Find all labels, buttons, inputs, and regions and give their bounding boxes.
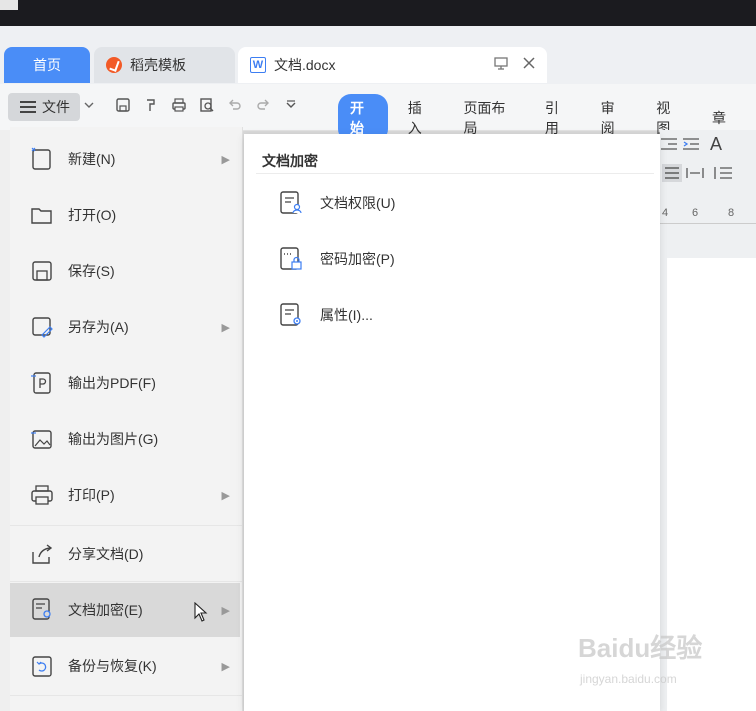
menu-item-label: 打印(P) xyxy=(68,487,115,503)
submenu-title: 文档加密 xyxy=(262,153,318,169)
file-menu-panel: 新建(N) ▶ 打开(O) 保存(S) 另存为(A) ▶ 输出为PDF(F) 输… xyxy=(10,127,243,711)
app-corner xyxy=(0,0,18,10)
menu-item-save-as[interactable]: 另存为(A) ▶ xyxy=(10,301,240,353)
font-size-up-icon[interactable]: A xyxy=(710,134,722,155)
mouse-cursor-icon xyxy=(194,601,208,627)
menu-divider xyxy=(10,581,242,582)
chevron-down-icon[interactable] xyxy=(83,99,95,114)
screen-icon[interactable] xyxy=(493,55,509,75)
menu-item-print[interactable]: 打印(P) ▶ xyxy=(10,469,240,521)
watermark-brand: Baidu经验 xyxy=(578,633,703,663)
submenu-divider xyxy=(256,173,654,174)
share-icon xyxy=(30,542,54,566)
chevron-right-icon: ▶ xyxy=(221,660,230,673)
menu-item-label: 另存为(A) xyxy=(68,319,129,335)
ribbon-tab-insert[interactable]: 插入 xyxy=(408,98,434,138)
menu-divider xyxy=(10,695,242,696)
menu-item-label: 打开(O) xyxy=(68,207,117,223)
menu-divider xyxy=(10,525,242,526)
save-icon xyxy=(30,259,54,283)
submenu-item-label: 属性(I)... xyxy=(320,307,373,323)
menu-item-label: 输出为图片(G) xyxy=(68,431,159,447)
submenu-item-label: 文档权限(U) xyxy=(320,195,396,211)
ruler-mark: 6 xyxy=(692,207,699,219)
menu-item-export-image[interactable]: 输出为图片(G) xyxy=(10,413,240,465)
line-spacing-icon[interactable] xyxy=(712,165,734,185)
quick-save-icon[interactable] xyxy=(114,97,132,117)
ruler-mark: 4 xyxy=(662,207,669,219)
file-menu-label: 文件 xyxy=(42,99,70,115)
encrypt-icon xyxy=(30,597,54,621)
print-preview-icon[interactable] xyxy=(198,97,216,117)
ribbon-tab-chapter[interactable]: 章 xyxy=(712,108,726,128)
doc-permission-icon xyxy=(278,190,304,216)
menu-item-open[interactable]: 打开(O) xyxy=(10,189,240,241)
left-margin-strip xyxy=(0,130,10,711)
chevron-right-icon: ▶ xyxy=(221,153,230,166)
tab-template[interactable]: 稻壳模板 xyxy=(94,47,235,83)
menu-item-new[interactable]: 新建(N) ▶ xyxy=(10,133,240,185)
window-top-strip xyxy=(0,0,756,26)
backup-icon xyxy=(30,654,54,678)
menu-item-label: 备份与恢复(K) xyxy=(68,658,157,674)
encrypt-submenu: 文档加密 文档权限(U) 密码加密(P) 属性(I)... xyxy=(244,134,660,711)
menu-item-label: 保存(S) xyxy=(68,263,115,279)
menu-item-label: 分享文档(D) xyxy=(68,546,144,562)
ribbon-tab-layout[interactable]: 页面布局 xyxy=(463,98,514,138)
menu-item-backup[interactable]: 备份与恢复(K) ▶ xyxy=(10,640,240,692)
menu-item-label: 文档加密(E) xyxy=(68,602,143,618)
file-menu-button[interactable]: 文件 xyxy=(8,93,80,121)
customize-toolbar-icon[interactable] xyxy=(282,97,300,117)
indent-icon[interactable] xyxy=(660,136,678,156)
baidu-watermark: Baidu经验 jingyan.baidu.com xyxy=(578,628,748,698)
printer-icon xyxy=(30,483,54,507)
close-tab-icon[interactable] xyxy=(521,55,537,75)
image-icon xyxy=(30,427,54,451)
submenu-item-password[interactable]: 密码加密(P) xyxy=(278,243,395,275)
hamburger-icon xyxy=(20,98,36,116)
menu-item-save[interactable]: 保存(S) xyxy=(10,245,240,297)
menu-item-share[interactable]: 分享文档(D) xyxy=(10,528,240,580)
menu-item-label: 新建(N) xyxy=(68,151,116,167)
submenu-item-label: 密码加密(P) xyxy=(320,251,395,267)
password-lock-icon xyxy=(278,246,304,272)
ribbon-tab-review[interactable]: 审阅 xyxy=(601,98,627,138)
align-justify-icon[interactable] xyxy=(662,164,682,186)
distribute-icon[interactable] xyxy=(686,165,704,185)
properties-icon xyxy=(278,302,304,328)
redo-icon[interactable] xyxy=(254,97,272,117)
word-doc-icon: W xyxy=(250,57,266,73)
ribbon-format-icons: A xyxy=(660,134,756,194)
chevron-right-icon: ▶ xyxy=(221,489,230,502)
tab-document[interactable]: W 文档.docx xyxy=(238,47,547,83)
horizontal-ruler: 4 6 8 xyxy=(660,205,756,224)
menu-item-label: 输出为PDF(F) xyxy=(68,375,156,391)
ribbon-tab-references[interactable]: 引用 xyxy=(545,98,571,138)
folder-icon xyxy=(30,203,54,227)
menu-item-export-pdf[interactable]: 输出为PDF(F) xyxy=(10,357,240,409)
docer-logo-icon xyxy=(106,57,122,73)
ruler-mark: 8 xyxy=(728,207,735,219)
save-as-icon xyxy=(30,315,54,339)
watermark-url: jingyan.baidu.com xyxy=(580,672,677,686)
pdf-icon xyxy=(30,371,54,395)
format-painter-icon[interactable] xyxy=(142,97,160,117)
undo-icon[interactable] xyxy=(226,97,244,117)
tab-home[interactable]: 首页 xyxy=(4,47,90,83)
submenu-item-properties[interactable]: 属性(I)... xyxy=(278,299,373,331)
new-doc-icon xyxy=(30,147,54,171)
chevron-right-icon: ▶ xyxy=(221,604,230,617)
submenu-item-permission[interactable]: 文档权限(U) xyxy=(278,187,395,219)
tab-template-label: 稻壳模板 xyxy=(130,57,186,73)
tab-bar: 首页 稻壳模板 W 文档.docx xyxy=(0,26,756,100)
outdent-icon[interactable] xyxy=(682,136,700,156)
tab-document-label: 文档.docx xyxy=(274,57,336,73)
quick-print-icon[interactable] xyxy=(170,97,188,117)
tab-home-label: 首页 xyxy=(33,57,61,73)
chevron-right-icon: ▶ xyxy=(221,321,230,334)
quick-toolbar: 文件 开始 插入 页面布局 引用 审阅 视图 章 xyxy=(0,84,756,142)
